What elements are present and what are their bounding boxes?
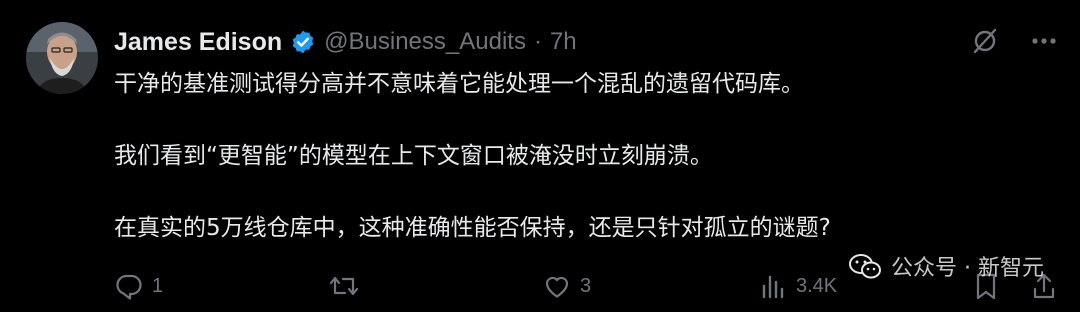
author-handle[interactable]: @Business_Audits [324, 28, 526, 56]
views-button[interactable]: 3.4K [758, 268, 837, 304]
header-separator: · [533, 28, 542, 55]
top-actions [970, 26, 1058, 56]
reply-count: 1 [152, 274, 164, 297]
repost-button[interactable] [328, 268, 368, 304]
reply-icon [116, 274, 142, 300]
avatar[interactable] [26, 22, 98, 94]
tweet: James Edison @Business_Audits · 7h 干净的基准… [0, 0, 1080, 312]
analytics-icon [762, 275, 784, 299]
heart-icon [545, 276, 569, 298]
repost-icon [329, 276, 359, 296]
more-horizontal-icon[interactable] [1030, 27, 1058, 55]
like-button[interactable]: 3 [542, 268, 591, 304]
tweet-header: James Edison @Business_Audits · 7h [114, 22, 577, 62]
watermark: 公众号 · 新智元 [847, 250, 1044, 282]
tweet-paragraph-1: 干净的基准测试得分高并不意味着它能处理一个混乱的遗留代码库。 [114, 71, 804, 97]
grok-slash-icon[interactable] [970, 26, 1000, 56]
watermark-text: 公众号 · 新智元 [891, 256, 1044, 281]
wechat-logo-icon [849, 254, 882, 279]
verified-badge-icon [292, 30, 314, 54]
author-name[interactable]: James Edison [114, 28, 282, 57]
view-count: 3.4K [796, 274, 838, 297]
tweet-paragraph-3: 在真实的5万线仓库中，这种准确性能否保持，还是只针对孤立的谜题? [114, 215, 831, 241]
like-count: 3 [580, 274, 592, 297]
avatar-image [26, 22, 98, 94]
tweet-paragraph-2: 我们看到“更智能”的模型在上下文窗口被淹没时立刻崩溃。 [114, 143, 713, 169]
timestamp[interactable]: 7h [550, 28, 577, 56]
reply-button[interactable]: 1 [114, 268, 163, 304]
